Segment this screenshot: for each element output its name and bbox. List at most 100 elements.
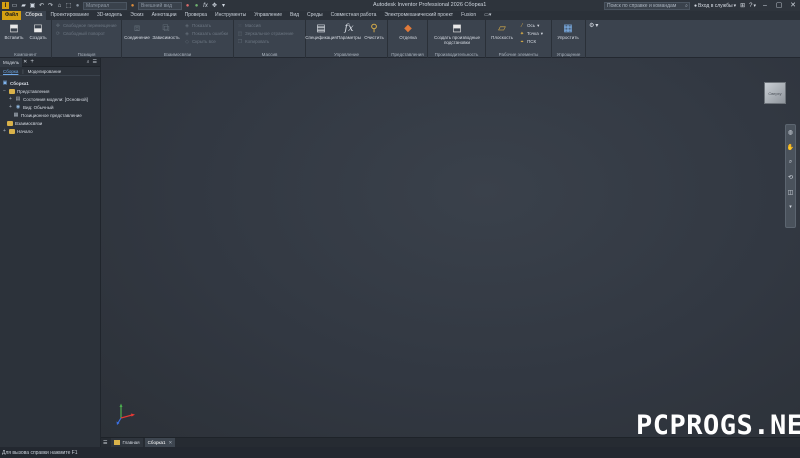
graphics-viewport[interactable]: Сверху ◍ ✋ ⌕ ⟲ ◫ ▾ (101, 58, 800, 437)
simplify-button[interactable]: ▦ Упростить (557, 22, 579, 41)
insert-button[interactable]: ⬒ Вставить (3, 22, 25, 41)
chevron-down-icon: ▾ (595, 23, 599, 29)
plane-button[interactable]: ▱ Плоскость (487, 22, 517, 41)
show-button[interactable]: ◈ Показать (184, 22, 211, 29)
close-button[interactable]: ✕ (788, 0, 798, 11)
new-file-icon[interactable]: ▭ (11, 2, 18, 9)
tab-annotate[interactable]: Аннотации (148, 11, 181, 20)
material-value: Материал (86, 2, 110, 9)
add-browser-tab-button[interactable]: + (30, 59, 34, 65)
expand-toggle[interactable]: + (2, 128, 7, 134)
group-label-relationships: Взаимосвязи (163, 52, 192, 57)
tab-design[interactable]: Проектирование (46, 11, 93, 20)
tab-3d-model[interactable]: 3D-модель (93, 11, 126, 20)
steering-wheel-icon[interactable]: ◍ (788, 129, 793, 136)
menu-icon[interactable]: ☰ (93, 59, 97, 65)
tab-fusion[interactable]: Fusion (457, 11, 480, 20)
assembly-icon: ▣ (2, 80, 8, 86)
browser-tab-model[interactable]: Модель (0, 57, 23, 67)
free-rotate-button[interactable]: ⟳ Свободный поворот (55, 30, 105, 37)
ribbon-options-icon[interactable]: ▭▾ (480, 11, 495, 20)
tab-environments[interactable]: Среды (303, 11, 327, 20)
help-button[interactable]: ? ▾ (749, 3, 756, 9)
maximize-button[interactable]: ▢ (774, 0, 784, 11)
subtab-modeling[interactable]: Моделирование (28, 69, 62, 74)
app-logo-icon[interactable]: I (2, 2, 9, 9)
tree-node-representations[interactable]: − Представления (0, 87, 100, 95)
pattern-button[interactable]: ⁙ Массив (237, 22, 261, 29)
shaded-button[interactable]: ◆ Отделка (397, 22, 419, 41)
zoom-icon[interactable]: ⌕ (789, 159, 792, 166)
point-button[interactable]: ✦ Точка ▾ (519, 30, 543, 37)
point-label: Точка (527, 31, 539, 36)
tab-electromechanical[interactable]: Электромеханический проект (380, 11, 457, 20)
material-dropdown[interactable]: Материал (83, 1, 127, 10)
tab-tools[interactable]: Инструменты (211, 11, 250, 20)
tree-node-positional[interactable]: ▦ Позиционное представление (0, 111, 100, 119)
copy-label: Копировать (245, 39, 270, 44)
tree-node-assembly[interactable]: ▣ Сборка1 (0, 79, 100, 87)
tree-node-model-states[interactable]: + ▤ Состояния модели: [Основной] (0, 95, 100, 103)
assemble-button[interactable]: ⧉ Зависимость (152, 22, 180, 41)
doc-tab-assembly[interactable]: Сборка1 ✕ (144, 438, 176, 447)
create-button[interactable]: ⬓ Создать (27, 22, 49, 41)
save-icon[interactable]: ▣ (29, 2, 36, 9)
tab-collaborate[interactable]: Совместная работа (327, 11, 381, 20)
help-search-input[interactable]: Поиск по справке и командам ⌕ (603, 1, 690, 10)
redo-icon[interactable]: ↷ (47, 2, 54, 9)
chevron-down-icon[interactable]: ▾ (789, 204, 792, 210)
bom-button[interactable]: ▤ Спецификация (305, 22, 337, 41)
clear-override-icon[interactable]: ● (193, 2, 200, 9)
appearance-dropdown[interactable]: Внешний вид (138, 1, 182, 10)
color-override-icon[interactable]: ● (184, 2, 191, 9)
browser-tab-close-icon[interactable]: ✕ (23, 59, 27, 65)
axis-button[interactable]: ⁄ Ось ▾ (519, 22, 540, 29)
pan-hand-icon[interactable]: ✋ (787, 144, 794, 151)
viewcube[interactable]: Сверху (764, 82, 786, 104)
subtab-assembly[interactable]: Сборка (3, 69, 18, 74)
show-sick-button[interactable]: ◈ Показать ошибки (184, 30, 228, 37)
move-icon[interactable]: ✥ (211, 2, 218, 9)
orbit-icon[interactable]: ⟲ (788, 174, 793, 181)
tab-file[interactable]: Файл (2, 11, 22, 20)
tree-node-origin[interactable]: + Начало (0, 127, 100, 135)
tab-view[interactable]: Вид (286, 11, 303, 20)
tree-node-label: Представления (17, 88, 50, 94)
doc-tab-home[interactable]: Главная (111, 438, 143, 447)
undo-icon[interactable]: ↶ (38, 2, 45, 9)
close-icon[interactable]: ✕ (169, 440, 173, 446)
expand-toggle[interactable]: + (8, 104, 13, 110)
look-at-icon[interactable]: ◫ (788, 189, 794, 196)
tree-node-view[interactable]: + ◉ Вид: Обычный (0, 103, 100, 111)
open-folder-icon[interactable]: ▰ (20, 2, 27, 9)
tab-assemble[interactable]: Сборка (21, 11, 47, 20)
cart-icon[interactable]: ⊞ (740, 2, 745, 9)
watermark-text: PCPROGS.NET (636, 410, 800, 441)
tab-inspect[interactable]: Проверка (181, 11, 211, 20)
ribbon-extra-button[interactable]: ⚙ ▾ (589, 22, 598, 29)
search-icon[interactable]: ⌕ (87, 59, 90, 65)
home-icon[interactable]: ⌂ (56, 2, 63, 9)
tab-manage[interactable]: Управление (250, 11, 286, 20)
customize-arrow-icon[interactable]: ▾ (220, 2, 227, 9)
fx-icon[interactable]: fx (202, 2, 209, 9)
copy-button[interactable]: ❐ Копировать (237, 38, 269, 45)
expand-toggle[interactable]: + (8, 96, 13, 102)
free-move-label: Свободное перемещение (63, 23, 117, 28)
tree-node-relationships[interactable]: Взаимосвязи (0, 119, 100, 127)
parameters-button[interactable]: fx Параметры (337, 22, 361, 41)
signin-button[interactable]: ● Вход в службы ▾ (694, 3, 736, 9)
hide-all-button[interactable]: ◇ Скрыть все (184, 38, 216, 45)
collapse-toggle[interactable]: − (2, 88, 7, 94)
mirror-button[interactable]: ◫ Зеркальное отражение (237, 30, 294, 37)
doc-tabs-menu-icon[interactable]: ☰ (103, 440, 107, 446)
ucs-button[interactable]: ⌖ ПСК (519, 38, 537, 45)
minimize-button[interactable]: – (760, 0, 770, 11)
substitute-icon: ⬒ (452, 22, 462, 34)
select-icon[interactable]: ⬚ (65, 2, 72, 9)
purge-button[interactable]: ⚲ Очистить (363, 22, 385, 41)
constrain-button[interactable]: ⧈ Соединение (123, 22, 151, 41)
free-move-button[interactable]: ✥ Свободное перемещение (55, 22, 117, 29)
tab-sketch[interactable]: Эскиз (126, 11, 147, 20)
create-substitutes-button[interactable]: ⬒ Создать производные подстановки (430, 22, 484, 46)
